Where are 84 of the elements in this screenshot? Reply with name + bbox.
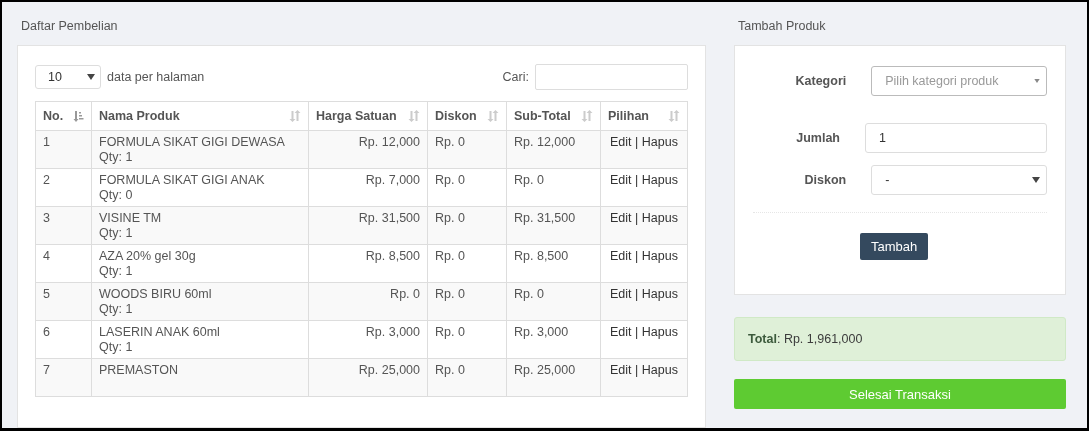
table-cell: Rp. 0 — [506, 282, 601, 321]
column-header[interactable]: Diskon — [427, 101, 507, 131]
table-cell: Rp. 0 — [427, 130, 507, 169]
separator-text: | — [635, 173, 639, 187]
quantity-field[interactable]: 1 — [865, 123, 1047, 153]
page-size-select[interactable]: 10 — [35, 65, 101, 89]
field-label: Diskon — [803, 173, 847, 187]
edit-link[interactable]: Edit — [610, 363, 632, 377]
table-cell: Rp. 7,000 — [308, 168, 428, 207]
edit-link[interactable]: Edit — [610, 325, 632, 339]
quantity-text: Qty: 1 — [99, 264, 134, 279]
panel-title: Daftar Pembelian — [20, 18, 119, 35]
table-cell: Rp. 31,500 — [506, 206, 601, 245]
caret-icon — [1032, 177, 1040, 183]
quantity-text: Qty: 1 — [99, 302, 134, 317]
delete-link[interactable]: Hapus — [641, 249, 678, 263]
table-cell: 2 — [35, 168, 92, 207]
table-cell: Rp. 8,500 — [308, 244, 428, 283]
add-button[interactable]: Tambah — [860, 233, 929, 260]
separator-text: | — [635, 325, 639, 339]
field-label: Jumlah — [795, 131, 840, 145]
separator-text: | — [635, 211, 639, 225]
column-header[interactable]: Pilihan — [600, 101, 688, 131]
table-cell: Rp. 0 — [427, 168, 507, 207]
table-cell: Rp. 25,000 — [506, 358, 601, 397]
delete-link[interactable]: Hapus — [641, 135, 678, 149]
table-cell: Rp. 8,500 — [506, 244, 601, 283]
panel-title: Tambah Produk — [737, 18, 827, 35]
table-cell: Rp. 0 — [506, 168, 601, 207]
separator-text: | — [635, 249, 639, 263]
delete-link[interactable]: Hapus — [641, 287, 678, 301]
table-cell: 1 — [35, 130, 92, 169]
product-name: AZA 20% gel 30g — [99, 249, 197, 264]
table-cell: Rp. 12,000 — [506, 130, 601, 169]
table-cell: Rp. 0 — [427, 358, 507, 397]
table-cell: Rp. 0 — [427, 206, 507, 245]
edit-link[interactable]: Edit — [610, 249, 632, 263]
product-name: WOODS BIRU 60ml — [99, 287, 213, 302]
table-cell: 4 — [35, 244, 92, 283]
quantity-text: Qty: 1 — [99, 150, 134, 165]
table-cell: Rp. 25,000 — [308, 358, 428, 397]
quantity-text: Qty: 1 — [99, 340, 134, 355]
edit-link[interactable]: Edit — [610, 173, 632, 187]
product-name: FORMULA SIKAT GIGI DEWASA — [99, 135, 286, 150]
discount-select[interactable]: - — [871, 165, 1047, 195]
delete-link[interactable]: Hapus — [641, 325, 678, 339]
table-cell: Rp. 31,500 — [308, 206, 428, 245]
caret-icon — [1034, 79, 1040, 83]
search-label: Cari: — [502, 70, 529, 84]
edit-link[interactable]: Edit — [610, 287, 632, 301]
column-header[interactable]: Harga Satuan — [308, 101, 428, 131]
delete-link[interactable]: Hapus — [641, 211, 678, 225]
table-cell: 7 — [35, 358, 92, 397]
separator-text: | — [635, 135, 639, 149]
table-cell: 3 — [35, 206, 92, 245]
column-header[interactable]: Nama Produk — [91, 101, 309, 131]
table-cell: 6 — [35, 320, 92, 359]
product-name: FORMULA SIKAT GIGI ANAK — [99, 173, 266, 188]
edit-link[interactable]: Edit — [610, 211, 632, 225]
page-size-label: data per halaman — [107, 70, 205, 84]
table-cell: Rp. 0 — [427, 244, 507, 283]
total-text: Total: Rp. 1,961,000 — [734, 317, 1066, 361]
delete-link[interactable]: Hapus — [641, 363, 678, 377]
delete-link[interactable]: Hapus — [641, 173, 678, 187]
field-label: Kategori — [794, 74, 847, 88]
table-cell: Rp. 0 — [427, 320, 507, 359]
quantity-text: Qty: 0 — [99, 188, 134, 203]
product-name: LASERIN ANAK 60ml — [99, 325, 221, 340]
separator-text: | — [635, 363, 639, 377]
search-field[interactable] — [535, 64, 688, 90]
table-cell: 5 — [35, 282, 92, 321]
column-header[interactable]: No. — [35, 101, 92, 131]
table-cell: Rp. 0 — [308, 282, 428, 321]
table-cell: Rp. 3,000 — [308, 320, 428, 359]
product-name: VISINE TM — [99, 211, 163, 226]
separator-text: | — [635, 287, 639, 301]
table-cell: Rp. 12,000 — [308, 130, 428, 169]
table-cell: Rp. 3,000 — [506, 320, 601, 359]
column-header[interactable]: Sub-Total — [506, 101, 601, 131]
caret-icon — [87, 74, 95, 80]
product-name: PREMASTON — [99, 363, 179, 378]
quantity-text: Qty: 1 — [99, 226, 134, 241]
table-cell: Rp. 0 — [427, 282, 507, 321]
edit-link[interactable]: Edit — [610, 135, 632, 149]
